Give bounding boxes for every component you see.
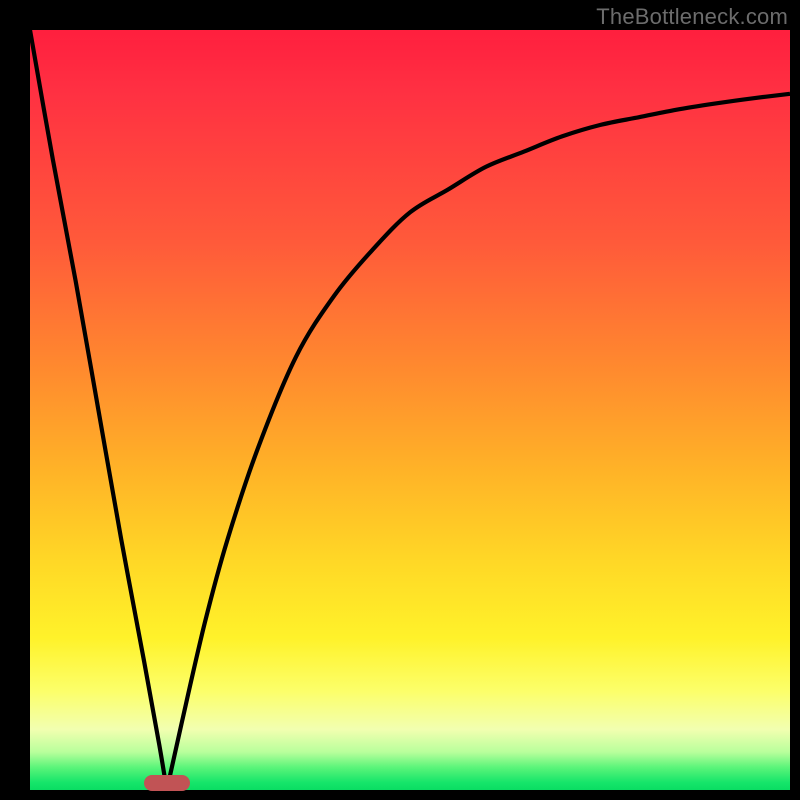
- optimum-marker: [144, 775, 190, 791]
- watermark-text: TheBottleneck.com: [596, 4, 788, 30]
- curve-path: [30, 30, 790, 797]
- bottleneck-curve: [30, 30, 790, 790]
- chart-frame: TheBottleneck.com: [0, 0, 800, 800]
- plot-area: [30, 30, 790, 790]
